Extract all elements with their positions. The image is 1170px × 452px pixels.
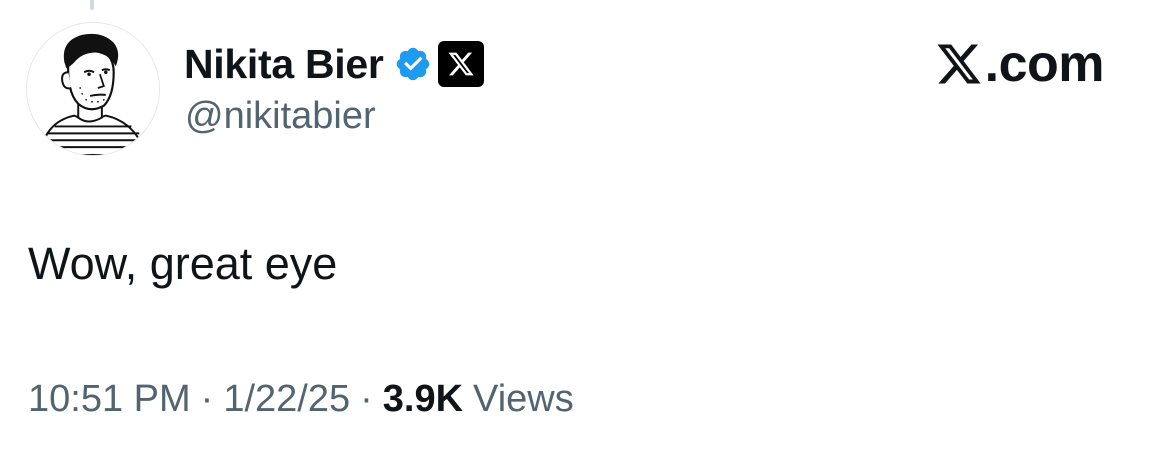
meta-separator: · [200, 378, 214, 420]
tweet-text: Wow, great eye [28, 238, 338, 289]
tweet-card: Nikita Bier @nikitabier .com Wow, great … [0, 0, 1170, 452]
views-count[interactable]: 3.9K [383, 378, 463, 421]
author-name-row: Nikita Bier [184, 36, 484, 92]
verified-badge-icon[interactable] [394, 45, 432, 83]
thread-connector-line [90, 0, 94, 10]
views-label: Views [473, 378, 574, 420]
x-logo-icon[interactable] [437, 41, 484, 87]
x-logo-icon [935, 40, 983, 88]
tweet-time[interactable]: 10:51 PM [28, 378, 191, 421]
avatar[interactable] [26, 22, 160, 156]
author-display-name[interactable]: Nikita Bier [184, 41, 384, 88]
tweet-meta: 10:51 PM · 1/22/25 · 3.9K Views [28, 378, 574, 421]
avatar-illustration-icon [27, 23, 159, 155]
meta-separator: · [360, 378, 373, 420]
brand-domain-text: .com [984, 35, 1105, 93]
brand-logo: .com [935, 34, 1105, 94]
author-handle[interactable]: @nikitabier [185, 95, 376, 138]
tweet-date[interactable]: 1/22/25 [223, 378, 350, 421]
